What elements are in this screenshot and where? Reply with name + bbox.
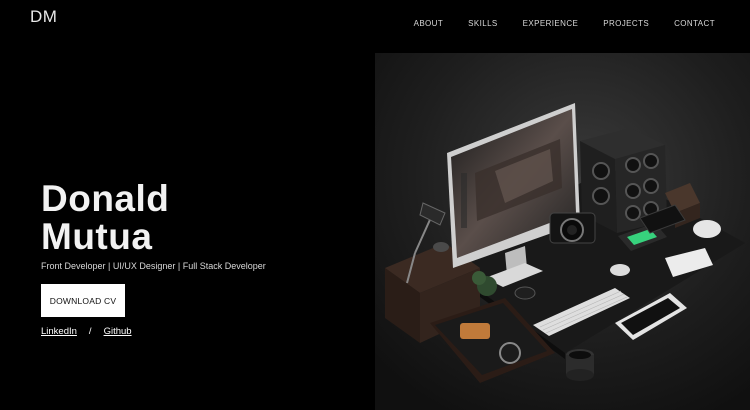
linkedin-link[interactable]: LinkedIn bbox=[41, 326, 77, 337]
social-links: LinkedIn / Github bbox=[41, 326, 132, 337]
hero-name-first: Donald bbox=[41, 178, 170, 219]
hero-name: Donald Mutua bbox=[41, 180, 169, 256]
nav-projects[interactable]: PROJECTS bbox=[603, 19, 649, 28]
nav-experience[interactable]: EXPERIENCE bbox=[523, 19, 579, 28]
hero-workspace-image bbox=[375, 53, 750, 410]
download-cv-button[interactable]: DOWNLOAD CV bbox=[41, 284, 125, 317]
hero-tagline: Front Developer | UI/UX Designer | Full … bbox=[41, 261, 266, 271]
nav-contact[interactable]: CONTACT bbox=[674, 19, 715, 28]
hero-name-last: Mutua bbox=[41, 216, 153, 257]
nav-about[interactable]: ABOUT bbox=[414, 19, 444, 28]
main-nav: ABOUT SKILLS EXPERIENCE PROJECTS CONTACT bbox=[414, 19, 715, 28]
nav-skills[interactable]: SKILLS bbox=[468, 19, 498, 28]
link-separator: / bbox=[88, 326, 92, 337]
github-link[interactable]: Github bbox=[104, 326, 132, 337]
site-logo[interactable]: DM bbox=[30, 7, 57, 27]
